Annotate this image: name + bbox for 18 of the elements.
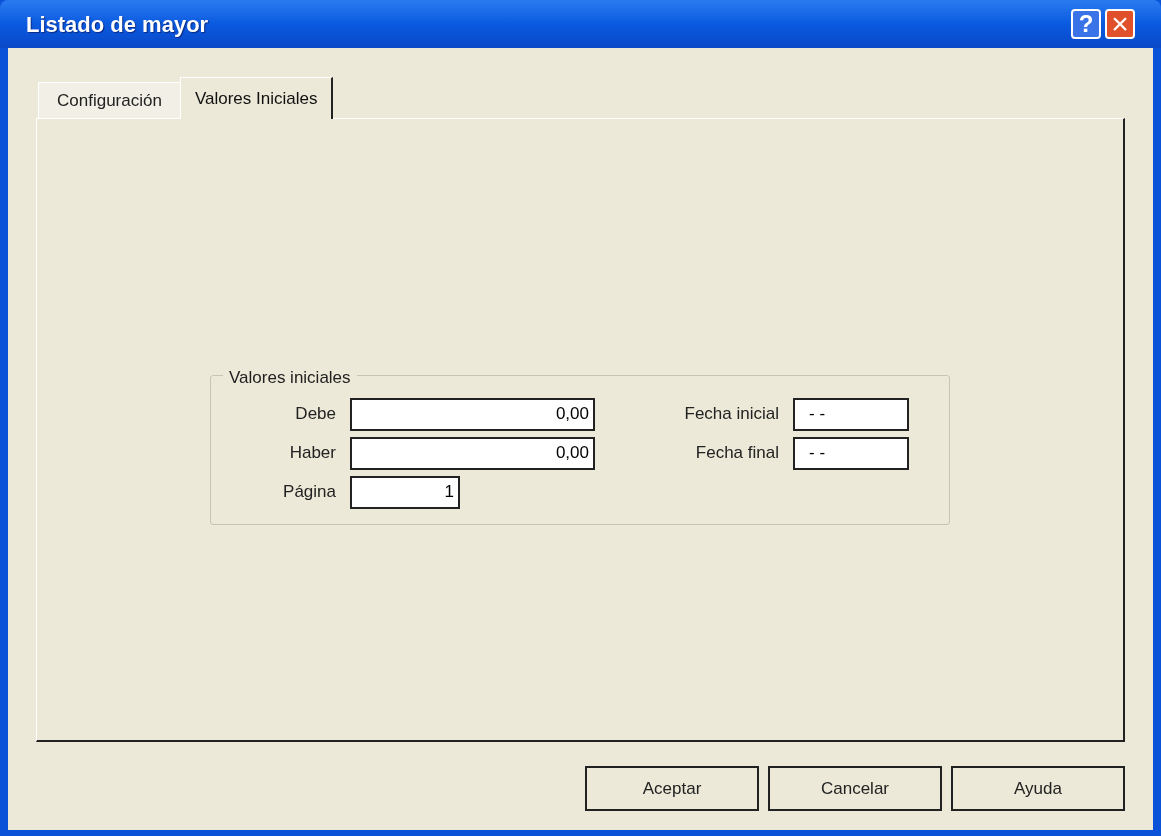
window-title: Listado de mayor	[26, 10, 210, 39]
tab[interactable]: Valores Iniciales	[179, 77, 334, 119]
date-field[interactable]: - -	[793, 397, 909, 431]
dialog-button[interactable]: Aceptar	[585, 766, 759, 811]
field-label: Haber	[288, 442, 336, 465]
field-label: Fecha final	[694, 442, 779, 465]
field-label: Fecha inicial	[683, 403, 779, 426]
tab[interactable]: Configuración	[38, 82, 180, 118]
input-field[interactable]: 0,00	[350, 397, 595, 431]
input-field[interactable]: 0,00	[350, 436, 595, 470]
help-button[interactable]: ?	[1071, 9, 1101, 39]
close-button[interactable]: ×	[1105, 9, 1135, 39]
dialog-button[interactable]: Cancelar	[768, 766, 942, 811]
date-field[interactable]: - -	[793, 436, 909, 470]
dialog-button[interactable]: Ayuda	[951, 766, 1125, 811]
field-label: Página	[282, 481, 336, 504]
field-label: Debe	[294, 403, 336, 426]
input-field[interactable]: 1	[350, 475, 460, 509]
